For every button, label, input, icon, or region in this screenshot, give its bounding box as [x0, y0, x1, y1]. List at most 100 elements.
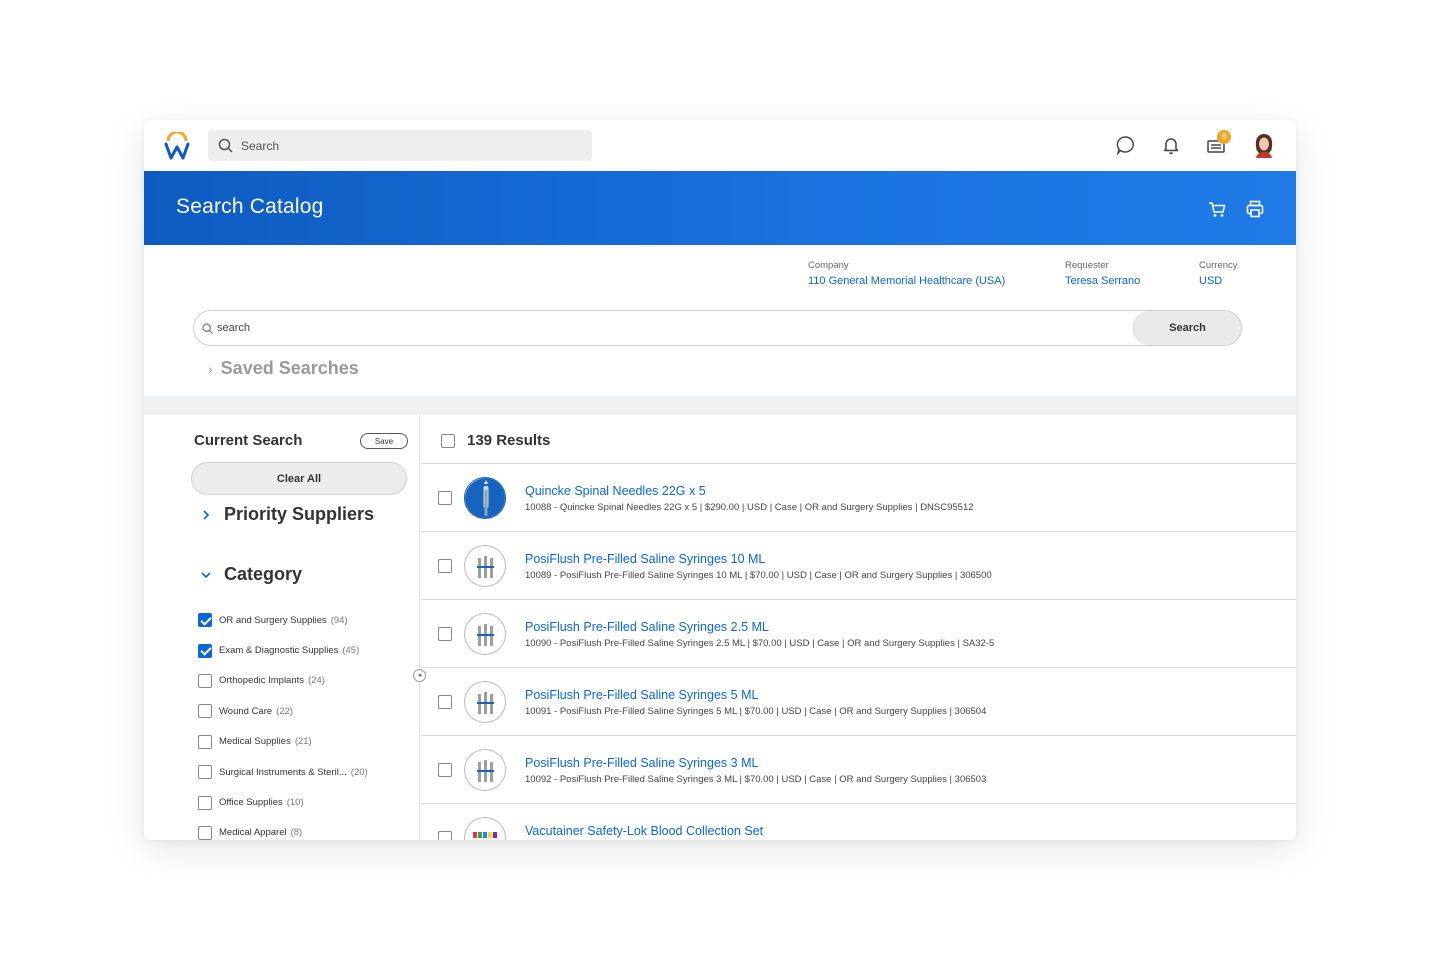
category-checkbox[interactable]: [198, 765, 212, 780]
bell-icon[interactable]: [1160, 134, 1182, 156]
result-row: PosiFlush Pre-Filled Saline Syringes 2.5…: [421, 600, 1296, 668]
workday-logo-icon[interactable]: [164, 132, 190, 160]
company-label: Company: [808, 260, 849, 271]
app-window: Search 8 Search Catalog Company 110 Gene…: [144, 120, 1296, 840]
category-checkbox[interactable]: [198, 825, 212, 840]
result-title-link[interactable]: PosiFlush Pre-Filled Saline Syringes 2.5…: [525, 620, 769, 634]
category-item[interactable]: Exam & Diagnostic Supplies (45): [198, 635, 408, 665]
requester-field: Requester Teresa Serrano: [1065, 260, 1140, 287]
top-nav: Search 8: [144, 120, 1296, 171]
chevron-right-icon: [203, 509, 210, 520]
global-search-input[interactable]: Search: [208, 130, 592, 161]
category-item[interactable]: Medical Supplies (21): [198, 727, 408, 757]
category-checkbox[interactable]: [198, 795, 212, 810]
result-row: Vacutainer Safety-Lok Blood Collection S…: [421, 804, 1296, 840]
tubes-image: [473, 832, 497, 838]
company-field: Company 110 General Memorial Healthcare …: [808, 260, 1005, 287]
result-description: 10090 - PosiFlush Pre-Filled Saline Syri…: [525, 638, 995, 649]
product-thumbnail[interactable]: [464, 749, 506, 791]
needle-image: [465, 478, 505, 518]
category-item[interactable]: Medical Apparel (8): [198, 818, 408, 840]
result-row: PosiFlush Pre-Filled Saline Syringes 5 M…: [421, 668, 1296, 736]
category-item[interactable]: Office Supplies (10): [198, 787, 408, 817]
category-checkbox[interactable]: [198, 643, 212, 658]
syringe-image: [477, 760, 494, 782]
search-icon: [218, 138, 233, 153]
category-item[interactable]: Orthopedic Implants (24): [198, 666, 408, 696]
results-count: 139 Results: [467, 432, 551, 449]
category-checkbox[interactable]: [198, 704, 212, 719]
catalog-search-bar: Search: [193, 310, 1242, 346]
category-item[interactable]: Wound Care (22): [198, 696, 408, 726]
product-thumbnail[interactable]: [464, 681, 506, 723]
result-description: 10088 - Quincke Spinal Needles 22G x 5 |…: [525, 502, 974, 513]
result-checkbox[interactable]: [438, 491, 452, 505]
category-count: (45): [342, 645, 360, 657]
result-title-link[interactable]: PosiFlush Pre-Filled Saline Syringes 5 M…: [525, 688, 758, 702]
global-search-placeholder: Search: [241, 138, 280, 153]
company-link[interactable]: 110 General Memorial Healthcare (USA): [808, 275, 1005, 287]
result-checkbox[interactable]: [438, 763, 452, 777]
result-row: PosiFlush Pre-Filled Saline Syringes 3 M…: [421, 736, 1296, 804]
category-checkbox[interactable]: [198, 734, 212, 749]
cart-icon[interactable]: [1207, 199, 1227, 219]
category-item[interactable]: OR and Surgery Supplies (94): [198, 605, 408, 635]
category-count: (24): [308, 675, 325, 687]
category-name: Wound Care: [219, 705, 273, 717]
avatar[interactable]: [1253, 132, 1275, 158]
category-name: OR and Surgery Supplies: [219, 614, 327, 626]
page-header: Search Catalog: [144, 171, 1296, 245]
results-panel: 139 Results Quincke Spinal Needles 22G x…: [421, 415, 1296, 840]
syringe-image: [477, 692, 494, 714]
page-title: Search Catalog: [176, 195, 324, 218]
priority-suppliers-toggle[interactable]: Priority Suppliers: [200, 504, 374, 525]
category-item[interactable]: Surgical Instruments & Steril... (20): [198, 757, 408, 787]
saved-searches-label: Saved Searches: [220, 358, 359, 378]
print-icon[interactable]: [1245, 199, 1265, 219]
priority-suppliers-heading: Priority Suppliers: [224, 504, 375, 524]
result-title-link[interactable]: Quincke Spinal Needles 22G x 5: [525, 484, 706, 498]
results-header: 139 Results: [421, 415, 1296, 464]
chevron-right-icon: ›: [208, 360, 213, 377]
product-thumbnail[interactable]: [464, 545, 506, 587]
result-title-link[interactable]: Vacutainer Safety-Lok Blood Collection S…: [525, 824, 763, 838]
catalog-search-input[interactable]: [217, 319, 1097, 337]
save-search-button[interactable]: Save: [360, 433, 408, 449]
result-checkbox[interactable]: [438, 559, 452, 573]
category-checkbox[interactable]: [198, 613, 212, 628]
result-row: Quincke Spinal Needles 22G x 5 10088 - Q…: [421, 464, 1296, 532]
syringe-image: [477, 556, 494, 578]
section-divider: [144, 396, 1296, 415]
result-description: 10092 - PosiFlush Pre-Filled Saline Syri…: [525, 774, 987, 785]
select-all-checkbox[interactable]: [441, 434, 455, 448]
result-checkbox[interactable]: [438, 831, 452, 840]
result-title-link[interactable]: PosiFlush Pre-Filled Saline Syringes 3 M…: [525, 756, 758, 770]
product-thumbnail[interactable]: [464, 477, 506, 519]
result-checkbox[interactable]: [438, 627, 452, 641]
search-button[interactable]: Search: [1133, 311, 1241, 345]
category-count: (94): [330, 614, 348, 626]
product-thumbnail[interactable]: [464, 817, 506, 840]
result-description: 10091 - PosiFlush Pre-Filled Saline Syri…: [525, 706, 987, 717]
requester-link[interactable]: Teresa Serrano: [1065, 275, 1140, 287]
category-name: Exam & Diagnostic Supplies: [219, 645, 339, 657]
product-thumbnail[interactable]: [464, 613, 506, 655]
result-checkbox[interactable]: [438, 695, 452, 709]
currency-field: Currency USD: [1199, 260, 1238, 287]
saved-searches-toggle[interactable]: › Saved Searches: [208, 358, 359, 379]
currency-link[interactable]: USD: [1199, 275, 1238, 287]
category-count: (22): [276, 705, 294, 717]
category-heading: Category: [224, 564, 303, 584]
category-toggle[interactable]: Category: [200, 564, 302, 585]
chat-icon[interactable]: [1115, 134, 1137, 156]
category-name: Surgical Instruments & Steril...: [219, 766, 347, 778]
filter-panel: Current Search Save Clear All Priority S…: [144, 415, 420, 840]
result-title-link[interactable]: PosiFlush Pre-Filled Saline Syringes 10 …: [525, 552, 765, 566]
category-count: (8): [290, 827, 303, 839]
clear-all-button[interactable]: Clear All: [191, 462, 407, 495]
category-count: (10): [286, 797, 304, 809]
currency-label: Currency: [1199, 260, 1238, 271]
category-count: (20): [350, 766, 368, 778]
current-search-heading: Current Search: [194, 432, 303, 449]
category-checkbox[interactable]: [198, 673, 212, 688]
